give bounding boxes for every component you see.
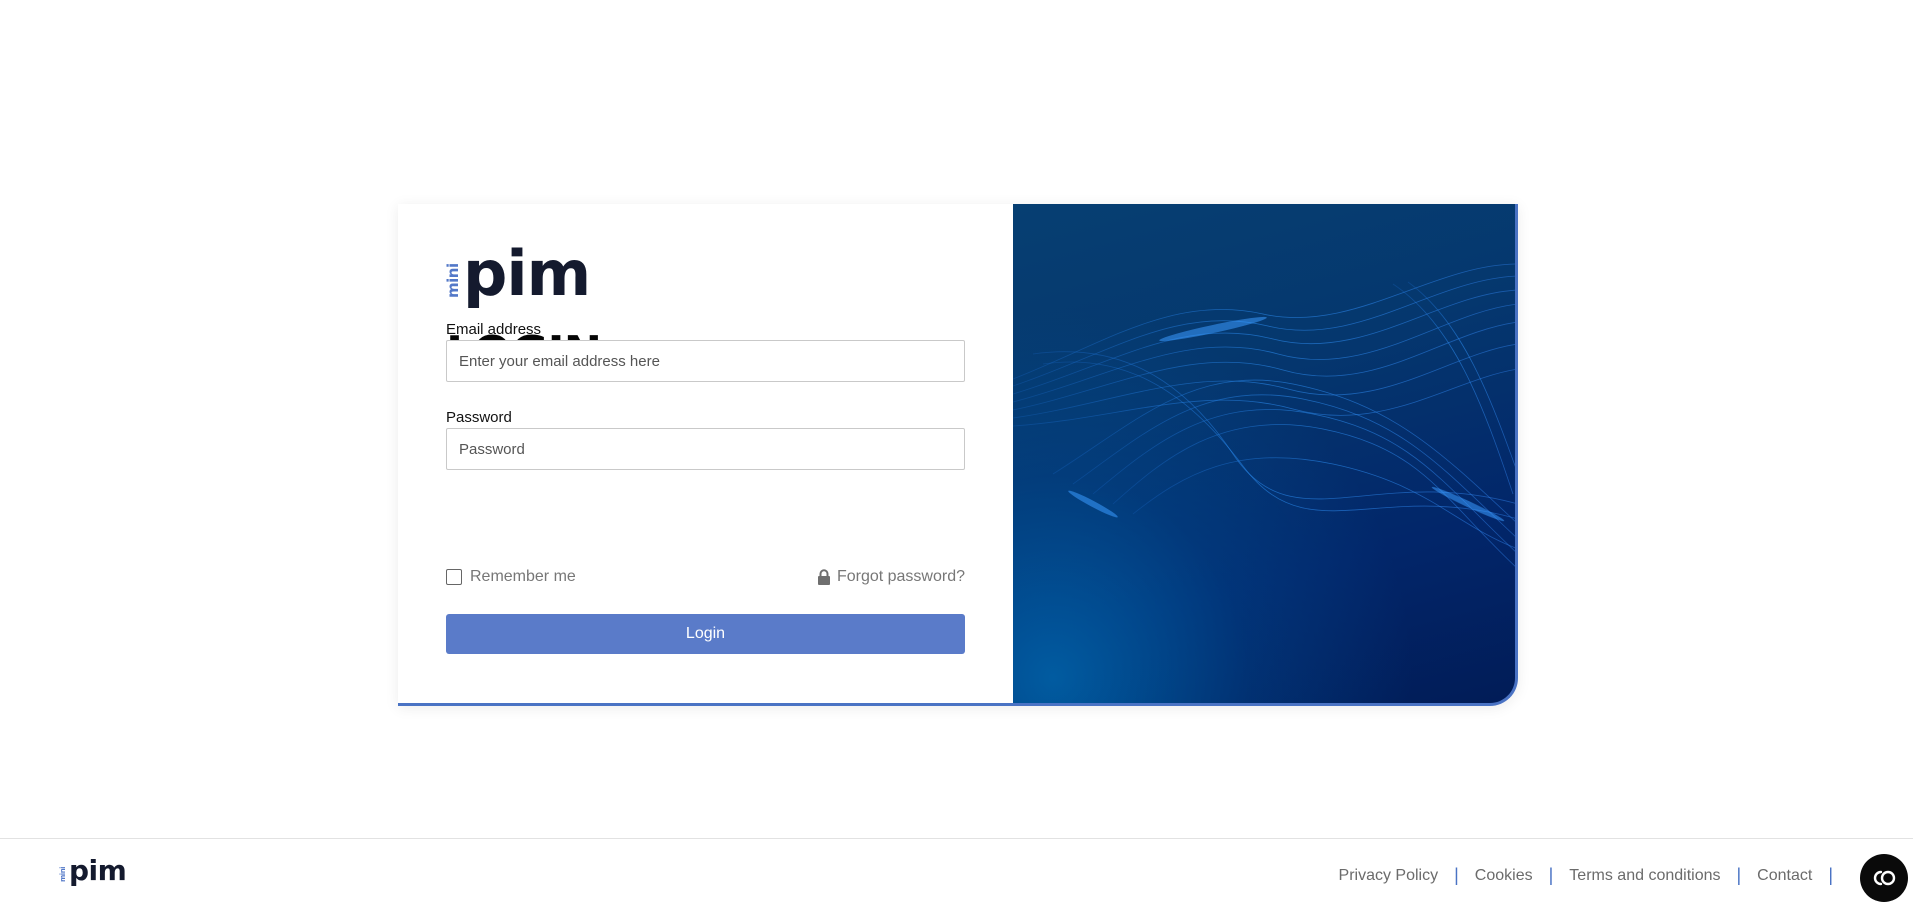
chat-widget-button[interactable]: [1860, 854, 1908, 902]
lock-icon: [817, 569, 830, 585]
email-field[interactable]: [446, 340, 965, 382]
email-label: Email address: [446, 321, 542, 338]
forgot-password-label: Forgot password?: [836, 568, 965, 585]
login-form-panel: mini pim LOGIN Email address Password Re…: [398, 204, 1013, 706]
login-page: mini pim LOGIN Email address Password Re…: [0, 0, 1913, 910]
contact-link[interactable]: Contact: [1757, 867, 1812, 885]
chat-bubble-icon: [1873, 870, 1896, 886]
wave-mesh-graphic: [1013, 263, 1515, 567]
brand-logo: mini pim: [444, 237, 591, 310]
logo-pim-text: pim: [463, 237, 591, 310]
footer-separator: |: [1548, 865, 1554, 885]
remember-me-toggle[interactable]: Remember me: [446, 568, 576, 586]
remember-me-checkbox[interactable]: [446, 569, 462, 585]
terms-link[interactable]: Terms and conditions: [1569, 867, 1720, 885]
logo-mini-text: mini: [444, 263, 462, 298]
footer-logo-mini-text: mini: [59, 866, 67, 882]
password-field[interactable]: [446, 428, 965, 470]
footer-separator: |: [1828, 865, 1833, 885]
footer-logo: mini pim: [59, 854, 127, 887]
footer: mini pim Privacy Policy | Cookies | Term…: [0, 838, 1913, 910]
login-button[interactable]: Login: [446, 614, 965, 654]
privacy-policy-link[interactable]: Privacy Policy: [1339, 867, 1439, 885]
footer-links: Privacy Policy | Cookies | Terms and con…: [1339, 865, 1849, 886]
footer-separator: |: [1736, 865, 1742, 885]
cookies-link[interactable]: Cookies: [1475, 867, 1533, 885]
footer-logo-pim-text: pim: [69, 854, 127, 887]
forgot-password-link[interactable]: Forgot password?: [817, 568, 965, 586]
remember-me-label: Remember me: [470, 568, 576, 585]
footer-separator: |: [1454, 865, 1459, 885]
password-label: Password: [446, 409, 512, 426]
hero-image-panel: [1013, 204, 1518, 706]
login-card: mini pim LOGIN Email address Password Re…: [398, 204, 1518, 706]
